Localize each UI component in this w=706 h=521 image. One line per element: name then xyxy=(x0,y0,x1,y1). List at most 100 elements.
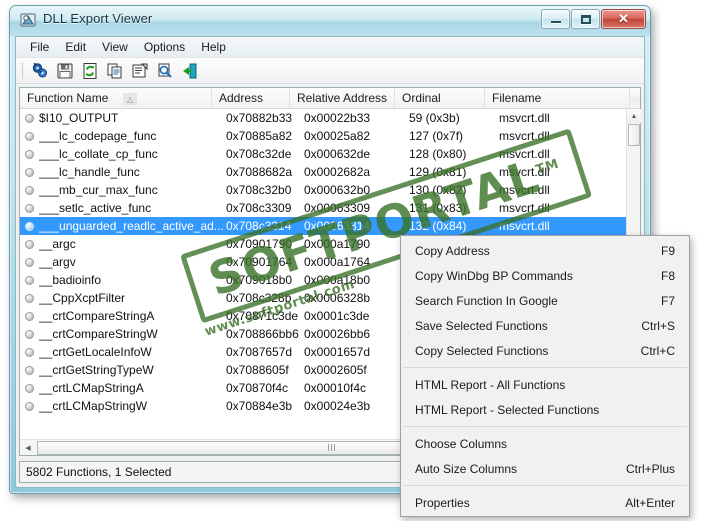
gears-icon xyxy=(32,62,47,77)
cell-filename: msvcrt.dll xyxy=(499,111,550,125)
close-button[interactable]: ✕ xyxy=(601,9,646,29)
column-header-function-name[interactable]: Function Name △ xyxy=(20,88,212,108)
context-menu-item[interactable]: Properties Alt+Enter xyxy=(401,490,689,515)
cell-address: 0x70870f4c xyxy=(226,381,289,395)
context-menu-item-label: Copy Selected Functions xyxy=(415,343,549,358)
table-row[interactable]: ___lc_codepage_func 0x70885a82 0x00025a82 1… xyxy=(20,127,626,145)
function-bullet-icon xyxy=(25,257,34,267)
close-icon: ✕ xyxy=(618,11,629,26)
cell-function-name: ___lc_handle_func xyxy=(39,165,140,179)
column-header-filename[interactable]: Filename xyxy=(485,88,630,108)
function-bullet-icon xyxy=(25,131,34,141)
cell-function-name: ___lc_codepage_func xyxy=(39,129,157,143)
cell-address: 0x708c32b0 xyxy=(226,183,292,197)
refresh-icon xyxy=(83,62,97,79)
table-row[interactable]: $I10_OUTPUT 0x70882b33 0x00022b33 59 (0x3b)… xyxy=(20,109,626,127)
context-menu[interactable]: Copy Address F9 Copy WinDbg BP Commands F8 S… xyxy=(400,235,690,520)
menu-file[interactable]: File xyxy=(22,38,57,57)
context-menu-item[interactable]: HTML Report - All Functions xyxy=(401,372,689,397)
context-menu-item[interactable]: Copy Selected Functions Ctrl+C xyxy=(401,338,689,363)
cell-address: 0x70901790 xyxy=(226,237,293,251)
context-menu-item-label: Copy Address xyxy=(415,243,490,258)
table-row[interactable]: ___unguarded_readlc_active_ad... 0x708c33… xyxy=(20,217,626,235)
floppy-icon xyxy=(57,63,73,78)
save-button[interactable] xyxy=(54,60,76,82)
menu-options[interactable]: Options xyxy=(136,38,193,57)
cell-relative-address: 0x0006328b xyxy=(304,291,371,305)
cell-relative-address: 0x0001c3de xyxy=(304,309,370,323)
cell-function-name: __CppXcptFilter xyxy=(39,291,126,305)
function-bullet-icon xyxy=(25,329,34,339)
toolbar-separator xyxy=(22,62,23,79)
find-button[interactable] xyxy=(154,60,176,82)
sort-ascending-icon: △ xyxy=(123,93,137,105)
table-row[interactable]: ___mb_cur_max_func 0x708c32b0 0x000632b0 13… xyxy=(20,181,626,199)
grip-line xyxy=(330,444,332,451)
vertical-scrollbar-thumb[interactable] xyxy=(628,124,640,146)
function-bullet-icon xyxy=(25,401,34,411)
scroll-left-button[interactable]: ◀ xyxy=(20,440,36,455)
column-header-address[interactable]: Address xyxy=(212,88,290,108)
cell-function-name: ___mb_cur_max_func xyxy=(39,183,158,197)
find-icon xyxy=(158,63,172,78)
menu-help[interactable]: Help xyxy=(193,38,234,57)
properties-icon xyxy=(132,63,148,77)
cell-relative-address: 0x000a18b0 xyxy=(304,273,371,287)
cell-filename: msvcrt.dll xyxy=(499,165,550,179)
copy-button[interactable] xyxy=(104,60,126,82)
toolbar xyxy=(16,58,644,84)
function-bullet-icon xyxy=(25,239,34,249)
cell-function-name: __crtLCMapStringW xyxy=(39,399,148,413)
context-menu-item-shortcut: F7 xyxy=(660,293,675,308)
cell-relative-address: 0x0001657d xyxy=(304,345,371,359)
menu-separator xyxy=(403,367,687,368)
cell-ordinal: 129 (0x81) xyxy=(409,165,467,179)
function-bullet-icon xyxy=(25,311,34,321)
function-bullet-icon xyxy=(25,275,34,285)
context-menu-item-label: HTML Report - Selected Functions xyxy=(415,402,600,417)
cell-relative-address: 0x0002605f xyxy=(304,363,367,377)
scroll-up-button[interactable]: ▲ xyxy=(627,109,641,123)
context-menu-item[interactable]: Copy Address F9 xyxy=(401,238,689,263)
function-bullet-icon xyxy=(25,167,34,177)
cell-relative-address: 0x00063309 xyxy=(304,201,371,215)
select-dll-button[interactable] xyxy=(29,60,51,82)
table-row[interactable]: ___setlc_active_func 0x708c3309 0x00063309… xyxy=(20,199,626,217)
refresh-button[interactable] xyxy=(79,60,101,82)
context-menu-item-shortcut: Ctrl+S xyxy=(641,318,675,333)
column-header-relative-address[interactable]: Relative Address xyxy=(290,88,395,108)
context-menu-item[interactable]: Search Function In Google F7 xyxy=(401,288,689,313)
cell-ordinal: 132 (0x84) xyxy=(409,219,467,233)
context-menu-item[interactable]: Choose Columns xyxy=(401,431,689,456)
exit-button[interactable] xyxy=(179,60,201,82)
context-menu-item-shortcut: Ctrl+C xyxy=(640,343,675,358)
context-menu-item[interactable]: HTML Report - Selected Functions xyxy=(401,397,689,422)
table-row[interactable]: ___lc_collate_cp_func 0x708c32de 0x000632d… xyxy=(20,145,626,163)
cell-function-name: ___lc_collate_cp_func xyxy=(39,147,158,161)
context-menu-item-shortcut: F8 xyxy=(660,268,675,283)
cell-function-name: ___unguarded_readlc_active_ad... xyxy=(39,219,224,233)
context-menu-item[interactable]: Save Selected Functions Ctrl+S xyxy=(401,313,689,338)
cell-function-name: ___setlc_active_func xyxy=(39,201,152,215)
cell-relative-address: 0x000a1790 xyxy=(304,237,371,251)
grip-line xyxy=(333,444,335,451)
menu-view[interactable]: View xyxy=(94,38,136,57)
cell-ordinal: 59 (0x3b) xyxy=(409,111,460,125)
cell-address: 0x70901764 xyxy=(226,255,293,269)
function-bullet-icon xyxy=(25,293,34,303)
cell-ordinal: 131 (0x83) xyxy=(409,201,467,215)
table-row[interactable]: ___lc_handle_func 0x7088682a 0x0002682a 129… xyxy=(20,163,626,181)
menu-edit[interactable]: Edit xyxy=(57,38,94,57)
cell-function-name: __argc xyxy=(39,237,76,251)
cell-ordinal: 127 (0x7f) xyxy=(409,129,464,143)
menu-separator xyxy=(403,485,687,486)
maximize-button[interactable] xyxy=(571,9,600,29)
minimize-icon xyxy=(542,10,569,28)
properties-button[interactable] xyxy=(129,60,151,82)
column-header-ordinal[interactable]: Ordinal xyxy=(395,88,485,108)
cell-function-name: __crtGetStringTypeW xyxy=(39,363,154,377)
context-menu-item[interactable]: Auto Size Columns Ctrl+Plus xyxy=(401,456,689,481)
minimize-button[interactable] xyxy=(541,9,570,29)
context-menu-item[interactable]: Copy WinDbg BP Commands F8 xyxy=(401,263,689,288)
copy-icon xyxy=(107,63,122,78)
